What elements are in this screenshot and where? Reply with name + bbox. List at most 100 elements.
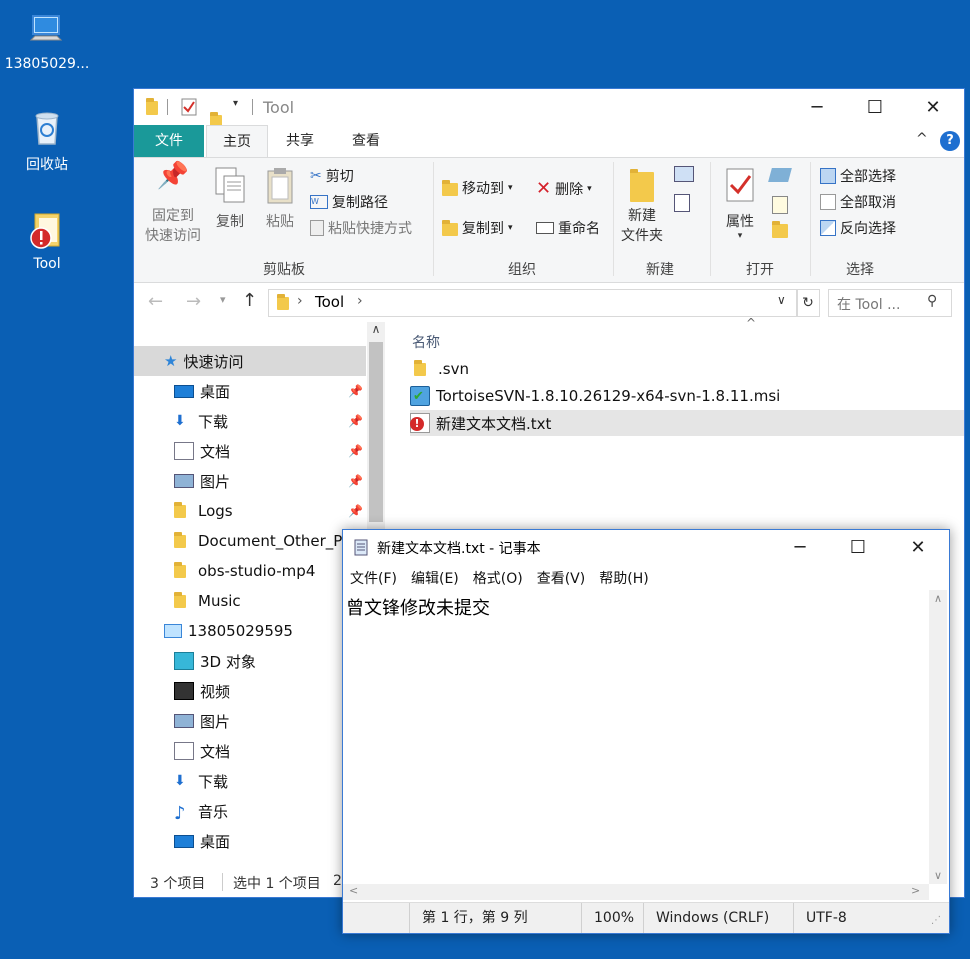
easy-access-icon[interactable] xyxy=(674,194,690,212)
nav-pc-item[interactable]: 视频 xyxy=(134,676,366,706)
close-button[interactable]: ✕ xyxy=(889,530,947,564)
desktop-icon-recycle-bin[interactable]: 回收站 xyxy=(2,108,92,174)
help-icon[interactable]: ? xyxy=(940,131,960,151)
close-button[interactable]: ✕ xyxy=(904,89,962,125)
column-header-name[interactable]: 名称 xyxy=(412,332,440,352)
search-icon: ⚲ xyxy=(927,293,938,309)
up-arrow-icon[interactable]: ↑ xyxy=(242,290,257,311)
scroll-left-chevron-icon[interactable]: < xyxy=(349,884,358,897)
desktop-icon-label: 回收站 xyxy=(26,157,68,173)
copy-path-button[interactable]: W 复制路径 xyxy=(310,192,388,212)
minimize-button[interactable]: ─ xyxy=(771,530,829,564)
tab-file[interactable]: 文件 xyxy=(134,125,204,157)
breadcrumb-chevron-icon[interactable]: › xyxy=(357,293,363,309)
scroll-right-chevron-icon[interactable]: > xyxy=(911,884,920,897)
edit-icon[interactable] xyxy=(772,196,788,214)
nav-quick-item[interactable]: 文档 📌 xyxy=(134,436,366,466)
group-label-organize: 组织 xyxy=(508,262,536,278)
notepad-title: 新建文本文档.txt - 记事本 xyxy=(377,541,541,557)
pin-icon[interactable]: 📌 xyxy=(348,504,363,518)
nav-pc-item[interactable]: 3D 对象 xyxy=(134,646,366,676)
nav-quick-item[interactable]: Music xyxy=(134,586,366,616)
nav-quick-item[interactable]: obs-studio-mp4 xyxy=(134,556,366,586)
select-all-button[interactable]: 全部选择 xyxy=(820,166,896,186)
pin-icon[interactable]: 📌 xyxy=(348,474,363,488)
paste-shortcut-button[interactable]: 粘贴快捷方式 xyxy=(310,218,412,238)
desktop-icon-tool-folder[interactable]: Tool xyxy=(2,210,92,272)
pin-icon[interactable]: 📌 xyxy=(348,414,363,428)
nav-pc-item[interactable]: 文档 xyxy=(134,736,366,766)
address-dropdown-chevron-icon[interactable]: ∨ xyxy=(777,293,786,307)
pin-icon[interactable]: 📌 xyxy=(348,384,363,398)
menu-help[interactable]: 帮助(H) xyxy=(592,564,655,590)
separator xyxy=(167,99,168,115)
scroll-up-chevron-icon[interactable]: ∧ xyxy=(367,322,385,336)
search-input[interactable]: 在 Tool ... ⚲ xyxy=(828,289,952,317)
minimize-button[interactable]: ─ xyxy=(788,89,846,125)
back-arrow-icon[interactable]: ← xyxy=(148,291,163,312)
scroll-down-chevron-icon[interactable]: ∨ xyxy=(929,869,947,882)
status-line-ending: Windows (CRLF) xyxy=(643,903,786,933)
notepad-vertical-scrollbar[interactable]: ∧ ∨ xyxy=(929,590,947,884)
open-icon[interactable] xyxy=(768,168,792,182)
tab-view[interactable]: 查看 xyxy=(338,125,394,157)
paste-button[interactable]: 粘贴 xyxy=(258,166,302,232)
desktop-icon-this-pc[interactable]: 13805029... xyxy=(2,10,92,72)
nav-pc-item[interactable]: ⬇ 下载 xyxy=(134,766,366,796)
scroll-thumb[interactable] xyxy=(369,342,383,522)
nav-pc-item[interactable]: ♪ 音乐 xyxy=(134,796,366,826)
group-label-open: 打开 xyxy=(746,262,774,278)
select-none-button[interactable]: 全部取消 xyxy=(820,192,896,212)
pin-to-quick-access-button[interactable]: 📌 固定到 快速访问 xyxy=(140,163,206,246)
menu-format[interactable]: 格式(O) xyxy=(466,564,530,590)
sort-chevron-icon[interactable]: ^ xyxy=(746,316,756,330)
nav-quick-item[interactable]: 桌面 📌 xyxy=(134,376,366,406)
tab-home[interactable]: 主页 xyxy=(206,125,268,158)
recent-chevron-icon[interactable]: ▾ xyxy=(220,293,226,306)
nav-quick-access[interactable]: ★ 快速访问 xyxy=(134,346,366,376)
select-all-icon xyxy=(820,168,836,184)
invert-selection-button[interactable]: 反向选择 xyxy=(820,218,896,238)
tab-share[interactable]: 共享 xyxy=(272,125,328,157)
nav-pc-item[interactable]: 桌面 xyxy=(134,826,366,856)
cut-button[interactable]: ✂ 剪切 xyxy=(310,166,354,186)
collapse-ribbon-chevron-icon[interactable]: ^ xyxy=(916,131,928,147)
scroll-up-chevron-icon[interactable]: ∧ xyxy=(929,592,947,605)
copy-button[interactable]: 复制 xyxy=(208,166,252,232)
nav-pc-item[interactable]: 图片 xyxy=(134,706,366,736)
file-row[interactable]: ✔ TortoiseSVN-1.8.10.26129-x64-svn-1.8.11… xyxy=(410,383,964,409)
3d-objects-icon xyxy=(174,652,194,670)
file-row[interactable]: .svn xyxy=(410,356,964,382)
breadcrumb-tool[interactable]: Tool xyxy=(315,293,344,311)
move-to-button[interactable]: 移动到 ▾ xyxy=(442,178,513,198)
refresh-button[interactable]: ↻ xyxy=(796,289,820,317)
rename-button[interactable]: 重命名 xyxy=(536,218,600,238)
new-item-icon[interactable] xyxy=(674,166,694,182)
nav-quick-item[interactable]: ⬇ 下载 📌 xyxy=(134,406,366,436)
address-bar[interactable]: › Tool › ∨ xyxy=(268,289,798,317)
nav-quick-item[interactable]: Document_Other_Pr xyxy=(134,526,366,556)
resize-grip-icon[interactable]: ⋰ xyxy=(931,915,941,926)
notepad-text-area[interactable]: 曾文锋修改未提交 xyxy=(343,590,929,884)
nav-this-pc[interactable]: 13805029595 xyxy=(134,616,366,646)
group-label-select: 选择 xyxy=(846,262,874,278)
history-icon[interactable] xyxy=(772,221,788,238)
maximize-button[interactable]: ☐ xyxy=(829,530,887,564)
status-item-count: 3 个项目 xyxy=(150,876,206,892)
menu-file[interactable]: 文件(F) xyxy=(343,564,404,590)
menu-edit[interactable]: 编辑(E) xyxy=(404,564,466,590)
new-folder-button[interactable]: 新建 文件夹 xyxy=(618,166,666,246)
notepad-horizontal-scrollbar[interactable]: < > xyxy=(343,884,929,900)
delete-button[interactable]: ✕ 删除 ▾ xyxy=(536,178,592,199)
maximize-button[interactable]: ☐ xyxy=(846,89,904,125)
nav-quick-item[interactable]: 图片 📌 xyxy=(134,466,366,496)
copy-to-button[interactable]: 复制到 ▾ xyxy=(442,218,513,238)
forward-arrow-icon[interactable]: → xyxy=(186,291,201,312)
file-row[interactable]: ! 新建文本文档.txt xyxy=(410,410,964,436)
pin-icon[interactable]: 📌 xyxy=(348,444,363,458)
properties-button[interactable]: 属性 ▾ xyxy=(716,166,764,241)
menu-view[interactable]: 查看(V) xyxy=(530,564,593,590)
nav-quick-item[interactable]: Logs 📌 xyxy=(134,496,366,526)
customize-qa-chevron-icon[interactable]: ▾ xyxy=(233,98,238,109)
properties-check-icon[interactable] xyxy=(181,98,197,116)
